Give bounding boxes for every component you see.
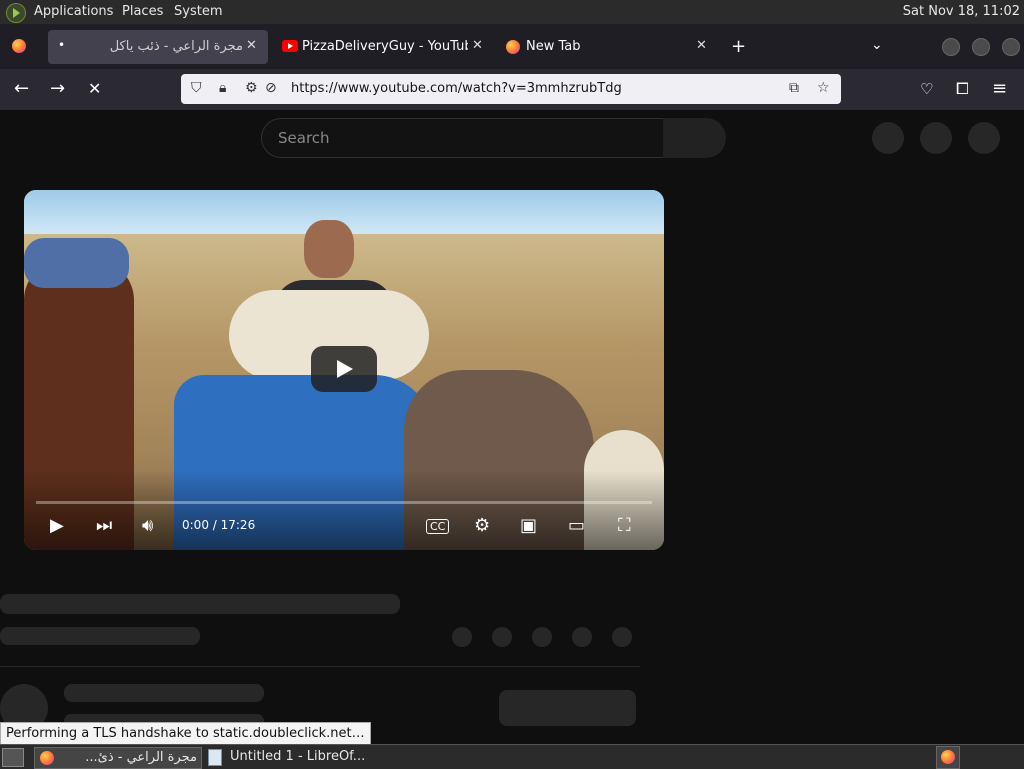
search-button[interactable]	[663, 118, 726, 158]
tracking-shield-icon[interactable]: ⛉	[191, 80, 202, 96]
action-skeleton	[532, 627, 552, 647]
new-tab-plus-icon[interactable]: +	[731, 36, 746, 57]
firefox-icon	[40, 751, 54, 765]
system-menu[interactable]: System	[174, 4, 222, 19]
firefox-icon	[506, 40, 520, 54]
video-player[interactable]: ▶ ⏭ 🔊︎ 0:00 / 17:26 CC ⚙ ▣ ▭ ⛶	[24, 190, 664, 550]
notifications-button-placeholder[interactable]	[920, 122, 952, 154]
firefox-icon	[12, 39, 26, 53]
document-icon	[208, 749, 222, 766]
navigation-bar: ← → ✕ ⛉ 🔒︎ ⚙ ⊘ https://www.youtube.com/w…	[0, 69, 1024, 110]
tab-label: PizzaDeliveryGuy - YouTube	[302, 39, 468, 54]
subtitle-skeleton	[0, 627, 200, 645]
tab-bar: • مجرة الراعي - ذئب ياكل ✕ PizzaDelivery…	[0, 24, 1024, 69]
list-all-tabs-chevron-down-icon[interactable]: ⌄	[871, 37, 883, 53]
tab-label: New Tab	[526, 39, 581, 54]
subtitles-cc-icon[interactable]: CC	[426, 519, 450, 534]
title-skeleton	[0, 594, 400, 614]
top-panel: Applications Places System Sat Nov 18, 1…	[0, 0, 1024, 24]
search-placeholder: Search	[278, 129, 330, 147]
firefox-icon	[941, 750, 955, 764]
play-icon[interactable]: ▶	[50, 515, 64, 536]
subscribe-skeleton	[499, 690, 636, 726]
close-window-icon[interactable]	[1002, 38, 1020, 56]
close-tab-icon[interactable]: ✕	[472, 38, 483, 53]
fullscreen-icon[interactable]: ⛶	[618, 515, 631, 536]
divider	[0, 666, 640, 667]
applications-menu[interactable]: Applications	[34, 4, 113, 19]
action-skeleton	[612, 627, 632, 647]
youtube-icon	[282, 40, 298, 52]
miniplayer-icon[interactable]: ▣	[520, 515, 537, 536]
search-input[interactable]: Search	[261, 118, 665, 158]
url-text[interactable]: https://www.youtube.com/watch?v=3mmhzrub…	[291, 81, 622, 96]
theater-mode-icon[interactable]: ▭	[568, 515, 585, 536]
controls-gradient	[24, 470, 664, 550]
taskbar-label: Untitled 1 - LibreOf...	[230, 749, 366, 764]
volume-icon[interactable]: 🔊︎	[142, 515, 153, 536]
pocket-icon[interactable]: ♡	[920, 80, 933, 98]
maximize-window-icon[interactable]	[972, 38, 990, 56]
bookmark-star-icon[interactable]: ☆	[817, 80, 830, 96]
close-tab-icon[interactable]: ✕	[246, 38, 257, 53]
show-desktop-icon[interactable]	[2, 748, 24, 767]
tray-firefox[interactable]	[936, 746, 960, 769]
channel-name-skeleton	[64, 684, 264, 702]
tab-loading-dot-icon: •	[58, 38, 66, 52]
extensions-puzzle-icon[interactable]: ⧠	[956, 79, 969, 99]
status-panel: Performing a TLS handshake to static.dou…	[0, 722, 371, 746]
tab-label: مجرة الراعي - ذئب ياكل	[109, 39, 243, 54]
back-arrow-icon[interactable]: ←	[14, 78, 29, 99]
taskbar: مجرة الراعي - ذئ... Untitled 1 - LibreOf…	[0, 744, 1024, 769]
stop-loading-icon[interactable]: ✕	[88, 79, 101, 98]
url-bar[interactable]: ⛉ 🔒︎ ⚙ ⊘ https://www.youtube.com/watch?v…	[181, 74, 841, 104]
hamburger-menu-icon[interactable]: ≡	[992, 78, 1007, 99]
action-skeleton	[572, 627, 592, 647]
large-play-button[interactable]	[311, 346, 377, 392]
next-video-icon[interactable]: ⏭	[96, 515, 112, 536]
blanket-shape	[24, 238, 129, 288]
tab-new-tab[interactable]: New Tab ✕	[500, 30, 720, 64]
progress-bar[interactable]	[36, 501, 652, 504]
forward-arrow-icon[interactable]: →	[50, 78, 65, 99]
tab-pizzadeliveryguy[interactable]: PizzaDeliveryGuy - YouTube ✕	[276, 30, 496, 64]
picture-in-picture-icon[interactable]: ⧉	[789, 80, 799, 96]
create-button-placeholder[interactable]	[872, 122, 904, 154]
places-menu[interactable]: Places	[122, 4, 163, 19]
autoplay-blocked-icon[interactable]: ⊘	[265, 80, 277, 96]
tab-arabic-video[interactable]: • مجرة الراعي - ذئب ياكل ✕	[48, 30, 268, 64]
minimize-window-icon[interactable]	[942, 38, 960, 56]
lock-icon[interactable]: 🔒︎	[219, 80, 226, 96]
permissions-icon[interactable]: ⚙	[245, 80, 258, 96]
time-display: 0:00 / 17:26	[182, 518, 256, 532]
taskbar-item-libreoffice[interactable]: Untitled 1 - LibreOf...	[204, 747, 370, 767]
distro-logo-icon[interactable]	[6, 3, 26, 23]
action-skeleton	[492, 627, 512, 647]
close-tab-icon[interactable]: ✕	[696, 38, 707, 53]
settings-gear-icon[interactable]: ⚙	[474, 515, 490, 536]
clock[interactable]: Sat Nov 18, 11:02	[903, 4, 1020, 19]
taskbar-item-firefox[interactable]: مجرة الراعي - ذئ...	[34, 747, 202, 769]
taskbar-label: مجرة الراعي - ذئ...	[85, 750, 197, 765]
action-skeleton	[452, 627, 472, 647]
avatar-placeholder[interactable]	[968, 122, 1000, 154]
person-head-shape	[304, 220, 354, 278]
